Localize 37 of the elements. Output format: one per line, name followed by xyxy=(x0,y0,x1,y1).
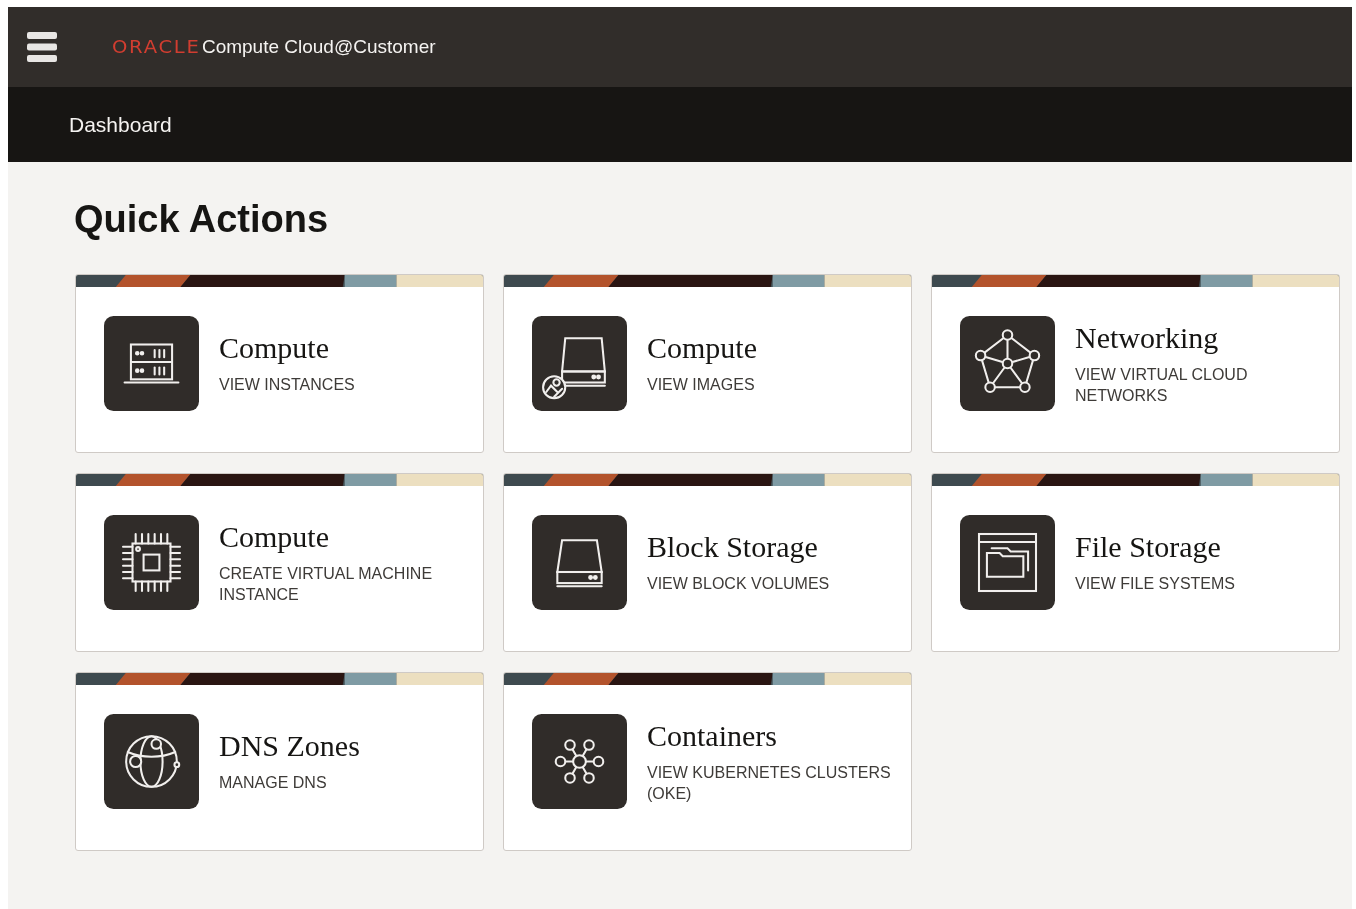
drive-icon xyxy=(532,514,627,610)
card-title: Compute xyxy=(647,331,757,365)
quick-action-card[interactable]: Networking VIEW VIRTUAL CLOUD NETWORKS xyxy=(931,273,1340,453)
quick-action-card[interactable]: Compute CREATE VIRTUAL MACHINE INSTANCE xyxy=(75,472,484,652)
card-action[interactable]: VIEW KUBERNETES CLUSTERS (OKE) xyxy=(647,761,891,804)
card-title: Compute xyxy=(219,519,330,553)
network-icon xyxy=(960,315,1055,411)
card-action[interactable]: VIEW IMAGES xyxy=(647,374,757,396)
menu-icon[interactable] xyxy=(27,31,57,63)
section-heading: Quick Actions xyxy=(74,199,330,241)
card-action[interactable]: MANAGE DNS xyxy=(219,772,360,794)
card-title: Containers xyxy=(647,718,778,752)
chip-icon xyxy=(104,514,199,610)
server-icon xyxy=(104,315,199,411)
quick-action-card[interactable]: Compute VIEW INSTANCES xyxy=(75,273,484,453)
card-title: Networking xyxy=(1075,320,1220,354)
quick-action-card[interactable]: Containers VIEW KUBERNETES CLUSTERS (OKE) xyxy=(503,671,912,851)
card-action[interactable]: VIEW VIRTUAL CLOUD NETWORKS xyxy=(1075,363,1319,406)
card-title: Compute xyxy=(219,331,330,365)
drive-image-icon xyxy=(532,315,627,411)
page-title: Dashboard xyxy=(69,112,172,137)
card-action[interactable]: CREATE VIRTUAL MACHINE INSTANCE xyxy=(219,562,463,605)
quick-action-card[interactable]: Compute VIEW IMAGES xyxy=(503,273,912,453)
product-name: Compute Cloud@Customer xyxy=(201,36,436,58)
card-action[interactable]: VIEW FILE SYSTEMS xyxy=(1075,573,1236,595)
cluster-icon xyxy=(532,713,627,809)
globe-icon xyxy=(104,713,199,809)
quick-action-card[interactable]: Block Storage VIEW BLOCK VOLUMES xyxy=(503,472,912,652)
card-title: File Storage xyxy=(1075,530,1222,564)
card-title: DNS Zones xyxy=(219,729,360,763)
quick-action-card[interactable]: File Storage VIEW FILE SYSTEMS xyxy=(931,472,1340,652)
card-action[interactable]: VIEW INSTANCES xyxy=(219,374,355,396)
folder-icon xyxy=(960,514,1055,610)
card-title: Block Storage xyxy=(647,530,819,564)
card-action[interactable]: VIEW BLOCK VOLUMES xyxy=(647,573,830,595)
brand-logo: ORACLE xyxy=(112,37,201,57)
quick-action-card[interactable]: DNS Zones MANAGE DNS xyxy=(75,671,484,851)
